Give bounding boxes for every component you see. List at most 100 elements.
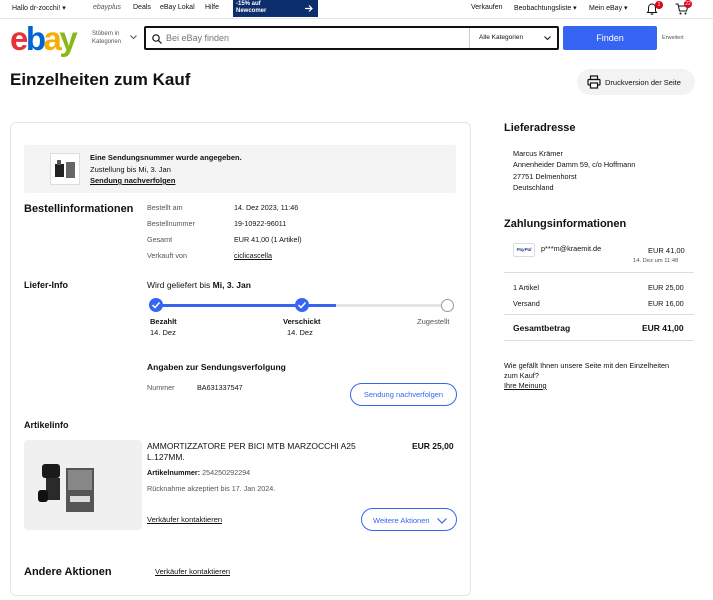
payment-amount: EUR 41,00 — [648, 246, 685, 255]
tracking-number-value: BA631337547 — [197, 383, 243, 392]
print-button[interactable]: Druckversion der Seite — [577, 69, 695, 95]
print-button-label: Druckversion der Seite — [605, 78, 681, 87]
sell-link[interactable]: Verkaufen — [471, 4, 503, 11]
other-actions-heading: Andere Aktionen — [24, 566, 112, 578]
seller-link[interactable]: ciclicascella — [234, 251, 272, 260]
total-label: Gesamt — [147, 235, 173, 244]
grand-total-value: EUR 41,00 — [642, 323, 684, 333]
more-actions-label: Weitere Aktionen — [373, 516, 430, 525]
logo-y: y — [59, 20, 77, 57]
items-label: 1 Artikel — [513, 283, 539, 292]
ordered-at-label: Bestellt am — [147, 203, 183, 212]
bottom-divider — [504, 340, 694, 341]
category-select[interactable]: Alle Kategorien — [479, 34, 523, 41]
shipping-value: EUR 16,00 — [648, 299, 684, 308]
promo-line2: Newcomer — [236, 7, 267, 14]
feedback-line2: zum Kauf? — [504, 370, 539, 380]
step-shipped-dot — [295, 298, 309, 312]
top-divider — [0, 18, 713, 19]
step-paid-dot — [149, 298, 163, 312]
other-contact-seller-link[interactable]: Verkäufer kontaktieren — [155, 567, 230, 576]
feedback-line1: Wie gefällt Ihnen unsere Seite mit den E… — [504, 361, 670, 370]
step-paid-date: 14. Dez — [150, 328, 176, 337]
address-city: 27751 Delmenhorst — [513, 171, 577, 181]
search-divider — [469, 28, 470, 48]
deals-link[interactable]: Deals — [133, 4, 151, 11]
item-title-line1: AMMORTIZZATORE PER BICI MTB MARZOCCHI A2… — [147, 441, 356, 451]
step-paid-label: Bezahlt — [150, 317, 177, 326]
step-delivered-label: Zugestellt — [417, 317, 450, 326]
printer-icon — [587, 75, 601, 89]
search-input[interactable] — [166, 30, 466, 46]
total-value: EUR 41,00 (1 Artikel) — [234, 235, 302, 244]
browse-line2: Kategorien — [92, 39, 122, 45]
product-thumbnail-icon — [55, 160, 75, 178]
ebay-lokal-link[interactable]: eBay Lokal — [160, 4, 195, 11]
sold-by-label: Verkauft von — [147, 251, 187, 260]
page-title: Einzelheiten zum Kauf — [10, 70, 191, 89]
order-number-value: 19-10922-96011 — [234, 219, 287, 228]
my-ebay-link[interactable]: Mein eBay ▾ — [589, 4, 628, 12]
total-divider — [504, 314, 694, 315]
ebayplus-link[interactable]: ebayplus — [93, 4, 121, 11]
item-heading: Artikelinfo — [24, 420, 69, 430]
search-button[interactable]: Finden — [563, 26, 657, 50]
help-link[interactable]: Hilfe — [205, 4, 219, 11]
tracking-heading: Angaben zur Sendungsverfolgung — [147, 362, 286, 372]
feedback-question: Wie gefällt Ihnen unsere Seite mit den E… — [504, 361, 704, 380]
item-image[interactable] — [24, 440, 142, 530]
item-title[interactable]: AMMORTIZZATORE PER BICI MTB MARZOCCHI A2… — [147, 441, 387, 463]
address-name: Marcus Krämer — [513, 149, 563, 158]
item-price: EUR 25,00 — [412, 441, 454, 451]
ordered-at-value: 14. Dez 2023, 11:46 — [234, 203, 299, 212]
browse-categories[interactable]: Stöbern in Kategorien — [92, 30, 137, 46]
shipment-notice: Eine Sendungsnummer wurde angegeben. Zus… — [24, 145, 456, 193]
payment-heading: Zahlungsinformationen — [504, 218, 627, 230]
expected-delivery-date: Mi, 3. Jan — [212, 280, 251, 290]
more-actions-button[interactable]: Weitere Aktionen — [361, 508, 457, 531]
order-info-heading: Bestellinformationen — [24, 203, 134, 215]
feedback-link[interactable]: Ihre Meinung — [504, 381, 547, 390]
check-icon — [151, 301, 161, 309]
logo-b: b — [25, 20, 46, 57]
address-heading: Lieferadresse — [504, 122, 576, 134]
item-title-line2: L.127MM. — [147, 452, 185, 462]
notice-track-link[interactable]: Sendung nachverfolgen — [90, 176, 175, 185]
tracking-number-label: Nummer — [147, 383, 175, 392]
payment-divider — [504, 272, 694, 273]
item-number: Artikelnummer: 254250292294 — [147, 468, 250, 477]
delivery-heading: Liefer-Info — [24, 280, 68, 290]
address-street: Annenheider Damm 59, c/o Hoffmann — [513, 160, 636, 170]
step-shipped-date: 14. Dez — [287, 328, 313, 337]
ebay-logo[interactable]: ebay — [10, 22, 78, 55]
step-delivered-dot — [441, 299, 454, 312]
paypal-logo: PayPal — [513, 243, 535, 257]
shock-absorber-image — [38, 464, 94, 512]
address-block: Marcus Krämer Annenheider Damm 59, c/o H… — [513, 148, 635, 193]
promo-banner[interactable]: -15% auf Newcomer — [233, 0, 318, 17]
logo-a: a — [43, 20, 62, 57]
shipping-label: Versand — [513, 299, 540, 308]
chevron-down-icon — [544, 36, 551, 41]
step-shipped-label: Verschickt — [283, 317, 321, 326]
track-shipment-button[interactable]: Sendung nachverfolgen — [350, 383, 457, 406]
cart-badge: 22 — [684, 0, 692, 8]
notification-badge: 1 — [655, 1, 663, 9]
expected-delivery: Wird geliefert bis Mi, 3. Jan — [147, 280, 251, 290]
grand-total-label: Gesamtbetrag — [513, 323, 571, 333]
top-bar: Hallo dr-zocchi! ▾ ebayplus Deals eBay L… — [0, 0, 713, 18]
greeting-link[interactable]: Hallo dr-zocchi! ▾ — [12, 4, 66, 12]
watchlist-link[interactable]: Beobachtungsliste ▾ — [514, 4, 577, 12]
browse-line1: Stöbern in — [92, 31, 120, 37]
chevron-down-icon — [437, 518, 447, 524]
item-number-value: 254250292294 — [202, 468, 251, 477]
progress-fill — [156, 304, 337, 307]
check-icon — [297, 301, 307, 309]
order-number-label: Bestellnummer — [147, 219, 195, 228]
search-icon — [152, 34, 162, 44]
notice-delivery: Zustellung bis Mi, 3. Jan — [90, 165, 171, 174]
advanced-search-link[interactable]: Erweitert — [662, 35, 684, 41]
search-bar: Alle Kategorien — [144, 26, 559, 50]
contact-seller-link[interactable]: Verkäufer kontaktieren — [147, 515, 222, 524]
notice-title: Eine Sendungsnummer wurde angegeben. — [90, 153, 242, 162]
